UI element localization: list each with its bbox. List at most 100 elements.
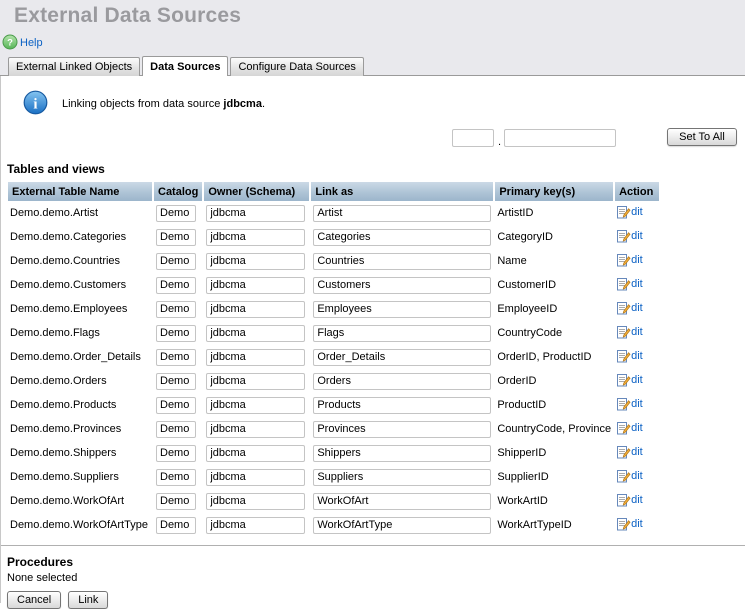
edit-icon xyxy=(617,349,631,363)
primary-keys: EmployeeID xyxy=(497,303,557,315)
svg-text:i: i xyxy=(33,97,37,113)
edit-link[interactable]: dit xyxy=(617,349,643,363)
catalog-input[interactable] xyxy=(156,517,196,534)
edit-link[interactable]: dit xyxy=(617,205,643,219)
edit-link[interactable]: dit xyxy=(617,229,643,243)
tab-external-linked-objects[interactable]: External Linked Objects xyxy=(8,57,140,76)
owner-schema-input[interactable] xyxy=(206,373,305,390)
catalog-input[interactable] xyxy=(156,469,196,486)
link-as-input[interactable] xyxy=(313,421,491,438)
set-all-separator: . xyxy=(498,136,501,148)
info-icon: i xyxy=(23,90,48,118)
catalog-input[interactable] xyxy=(156,349,196,366)
edit-link[interactable]: dit xyxy=(617,397,643,411)
column-link-as: Link as xyxy=(311,182,493,201)
catalog-input[interactable] xyxy=(156,277,196,294)
table-row: Demo.demo.ProvincesCountryCode, Province… xyxy=(8,417,659,441)
owner-schema-input[interactable] xyxy=(206,205,305,222)
help-icon: ? xyxy=(2,34,18,53)
owner-schema-input[interactable] xyxy=(206,445,305,462)
edit-icon xyxy=(617,469,631,483)
table-row: Demo.demo.WorkOfArtWorkArtIDdit xyxy=(8,489,659,513)
edit-link[interactable]: dit xyxy=(617,445,643,459)
section-divider xyxy=(1,545,745,546)
external-table-name: Demo.demo.Order_Details xyxy=(10,351,141,363)
owner-schema-input[interactable] xyxy=(206,301,305,318)
link-as-input[interactable] xyxy=(313,301,491,318)
edit-link[interactable]: dit xyxy=(617,469,643,483)
catalog-input[interactable] xyxy=(156,493,196,510)
link-as-input[interactable] xyxy=(313,277,491,294)
edit-link[interactable]: dit xyxy=(617,421,643,435)
link-button[interactable]: Link xyxy=(68,591,108,609)
edit-link[interactable]: dit xyxy=(617,253,643,267)
edit-link[interactable]: dit xyxy=(617,517,643,531)
owner-schema-input[interactable] xyxy=(206,229,305,246)
link-as-input[interactable] xyxy=(313,469,491,486)
catalog-input[interactable] xyxy=(156,373,196,390)
help-row: ? Help xyxy=(2,34,745,52)
table-row: Demo.demo.Order_Details OrderID, ProductI… xyxy=(8,345,659,369)
link-as-input[interactable] xyxy=(313,397,491,414)
owner-schema-input[interactable] xyxy=(206,277,305,294)
set-all-catalog-input[interactable] xyxy=(452,129,494,147)
column-external-table-name: External Table Name xyxy=(8,182,152,201)
edit-link[interactable]: dit xyxy=(617,277,643,291)
edit-icon xyxy=(617,325,631,339)
table-row: Demo.demo.CustomersCustomerIDdit xyxy=(8,273,659,297)
edit-link-label: dit xyxy=(631,278,643,290)
primary-keys: ProductID xyxy=(497,399,546,411)
link-as-input[interactable] xyxy=(313,493,491,510)
primary-keys: ArtistID xyxy=(497,207,533,219)
owner-schema-input[interactable] xyxy=(206,325,305,342)
link-as-input[interactable] xyxy=(313,445,491,462)
owner-schema-input[interactable] xyxy=(206,397,305,414)
edit-icon xyxy=(617,373,631,387)
owner-schema-input[interactable] xyxy=(206,493,305,510)
link-as-input[interactable] xyxy=(313,517,491,534)
set-to-all-button[interactable]: Set To All xyxy=(667,128,737,146)
edit-link-label: dit xyxy=(631,206,643,218)
catalog-input[interactable] xyxy=(156,421,196,438)
owner-schema-input[interactable] xyxy=(206,253,305,270)
catalog-input[interactable] xyxy=(156,205,196,222)
owner-schema-input[interactable] xyxy=(206,469,305,486)
edit-icon xyxy=(617,253,631,267)
external-table-name: Demo.demo.WorkOfArtType xyxy=(10,519,148,531)
edit-link-label: dit xyxy=(631,422,643,434)
primary-keys: CategoryID xyxy=(497,231,553,243)
tab-configure-data-sources[interactable]: Configure Data Sources xyxy=(230,57,363,76)
cancel-button[interactable]: Cancel xyxy=(7,591,61,609)
owner-schema-input[interactable] xyxy=(206,517,305,534)
link-as-input[interactable] xyxy=(313,253,491,270)
catalog-input[interactable] xyxy=(156,325,196,342)
catalog-input[interactable] xyxy=(156,301,196,318)
catalog-input[interactable] xyxy=(156,253,196,270)
catalog-input[interactable] xyxy=(156,397,196,414)
link-as-input[interactable] xyxy=(313,205,491,222)
primary-keys: WorkArtID xyxy=(497,495,548,507)
external-table-name: Demo.demo.Flags xyxy=(10,327,100,339)
owner-schema-input[interactable] xyxy=(206,349,305,366)
link-as-input[interactable] xyxy=(313,325,491,342)
footer-buttons: Cancel Link xyxy=(7,591,745,609)
primary-keys: OrderID, ProductID xyxy=(497,351,591,363)
info-message: Linking objects from data source jdbcma. xyxy=(62,98,265,110)
edit-link-label: dit xyxy=(631,398,643,410)
edit-link[interactable]: dit xyxy=(617,325,643,339)
tab-data-sources[interactable]: Data Sources xyxy=(142,56,228,76)
link-as-input[interactable] xyxy=(313,373,491,390)
edit-link[interactable]: dit xyxy=(617,301,643,315)
set-all-schema-input[interactable] xyxy=(504,129,616,147)
tab-bar: External Linked Objects Data Sources Con… xyxy=(0,54,745,76)
catalog-input[interactable] xyxy=(156,445,196,462)
catalog-input[interactable] xyxy=(156,229,196,246)
edit-icon xyxy=(617,421,631,435)
owner-schema-input[interactable] xyxy=(206,421,305,438)
help-link[interactable]: Help xyxy=(20,37,43,49)
link-as-input[interactable] xyxy=(313,229,491,246)
primary-keys: CustomerID xyxy=(497,279,556,291)
link-as-input[interactable] xyxy=(313,349,491,366)
edit-link[interactable]: dit xyxy=(617,373,643,387)
edit-link[interactable]: dit xyxy=(617,493,643,507)
